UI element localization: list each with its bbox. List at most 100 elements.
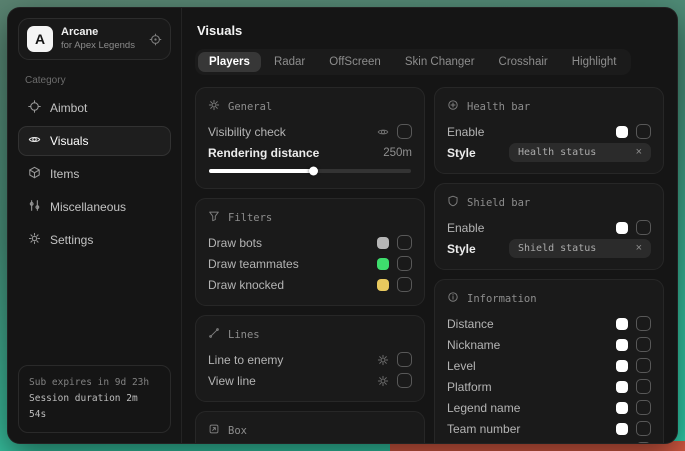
info-nickname-checkbox[interactable] xyxy=(636,337,651,352)
line-to-enemy-checkbox[interactable] xyxy=(397,352,412,367)
color-swatch[interactable] xyxy=(616,126,628,138)
sidebar: A Arcane for Apex Legends Category Aimbo… xyxy=(8,8,182,443)
card-information: Information Distance Nickname xyxy=(434,279,664,444)
draw-bots-checkbox[interactable] xyxy=(397,235,412,250)
gear-icon[interactable] xyxy=(377,354,389,366)
line-to-enemy-row: Line to enemy xyxy=(208,349,412,370)
color-swatch[interactable] xyxy=(616,402,628,414)
shield-icon xyxy=(447,195,459,210)
visibility-check-checkbox[interactable] xyxy=(397,124,412,139)
draw-knocked-row: Draw knocked xyxy=(208,274,412,295)
rendering-distance-slider[interactable] xyxy=(209,169,411,173)
color-swatch[interactable] xyxy=(616,339,628,351)
sidebar-item-label: Miscellaneous xyxy=(50,200,126,214)
sliders-icon xyxy=(28,199,41,215)
health-style-select[interactable]: Health status × xyxy=(509,143,651,162)
shield-enable-row: Enable xyxy=(447,217,651,238)
color-swatch[interactable] xyxy=(616,381,628,393)
view-line-row: View line xyxy=(208,370,412,391)
sidebar-item-settings[interactable]: Settings xyxy=(18,225,171,255)
sidebar-item-items[interactable]: Items xyxy=(18,159,171,189)
left-column: General Visibility check Rendering dista… xyxy=(195,87,425,431)
target-icon[interactable] xyxy=(149,33,162,46)
shield-style-row: Style Shield status × xyxy=(447,238,651,259)
color-swatch[interactable] xyxy=(377,279,389,291)
rendering-distance-value: 250m xyxy=(383,147,412,159)
tab-highlight[interactable]: Highlight xyxy=(561,52,628,72)
page-title: Visuals xyxy=(197,23,662,38)
health-enable-checkbox[interactable] xyxy=(636,124,651,139)
card-box: Box Enable Enable background xyxy=(195,411,425,444)
info-level-row: Level xyxy=(447,355,651,376)
draw-teammates-checkbox[interactable] xyxy=(397,256,412,271)
info-distance-row: Distance xyxy=(447,313,651,334)
gear-icon[interactable] xyxy=(377,375,389,387)
card-health-bar: Health bar Enable Style Health status xyxy=(434,87,664,174)
sidebar-item-aimbot[interactable]: Aimbot xyxy=(18,93,171,123)
style-tag: Shield status xyxy=(518,243,596,254)
card-title: Filters xyxy=(228,212,272,224)
gear-icon xyxy=(208,99,220,114)
eye-icon[interactable] xyxy=(377,126,389,138)
sidebar-item-miscellaneous[interactable]: Miscellaneous xyxy=(18,192,171,222)
info-weapon-checkbox[interactable] xyxy=(636,442,651,444)
info-weapon-row: Weapon in hands xyxy=(447,439,651,444)
main-panel: Visuals Players Radar OffScreen Skin Cha… xyxy=(182,8,677,443)
slider-thumb[interactable] xyxy=(309,167,318,176)
tab-offscreen[interactable]: OffScreen xyxy=(318,52,392,72)
subscription-info: Sub expires in 9d 23h Session duration 2… xyxy=(18,365,171,433)
info-distance-checkbox[interactable] xyxy=(636,316,651,331)
gear-icon xyxy=(28,232,41,248)
tab-radar[interactable]: Radar xyxy=(263,52,316,72)
card-filters: Filters Draw bots Draw teammates xyxy=(195,198,425,306)
rendering-distance-row: Rendering distance 250m xyxy=(208,142,412,163)
plus-circle-icon xyxy=(447,99,459,114)
card-lines: Lines Line to enemy View line xyxy=(195,315,425,402)
card-shield-bar: Shield bar Enable Style Shield status xyxy=(434,183,664,270)
color-swatch[interactable] xyxy=(616,222,628,234)
info-platform-row: Platform xyxy=(447,376,651,397)
close-icon[interactable]: × xyxy=(636,147,642,158)
rendering-distance-label: Rendering distance xyxy=(208,146,319,160)
view-line-checkbox[interactable] xyxy=(397,373,412,388)
shield-enable-checkbox[interactable] xyxy=(636,220,651,235)
info-team-number-checkbox[interactable] xyxy=(636,421,651,436)
card-title: Information xyxy=(467,293,537,305)
box-icon xyxy=(208,423,220,438)
draw-knocked-checkbox[interactable] xyxy=(397,277,412,292)
card-general: General Visibility check Rendering dista… xyxy=(195,87,425,189)
color-swatch[interactable] xyxy=(377,258,389,270)
tab-players[interactable]: Players xyxy=(198,52,261,72)
color-swatch[interactable] xyxy=(616,360,628,372)
app-logo: A xyxy=(27,26,53,52)
funnel-icon xyxy=(208,210,220,225)
cube-icon xyxy=(28,166,41,182)
card-title: Box xyxy=(228,425,247,437)
visuals-tabbar: Players Radar OffScreen Skin Changer Cro… xyxy=(195,49,631,75)
app-logo-card: A Arcane for Apex Legends xyxy=(18,18,171,60)
close-icon[interactable]: × xyxy=(636,243,642,254)
card-title: Health bar xyxy=(467,101,530,113)
app-name: Arcane xyxy=(61,26,135,40)
tab-skin-changer[interactable]: Skin Changer xyxy=(394,52,486,72)
card-title: Lines xyxy=(228,329,260,341)
info-legend-name-row: Legend name xyxy=(447,397,651,418)
style-tag: Health status xyxy=(518,147,596,158)
info-level-checkbox[interactable] xyxy=(636,358,651,373)
card-title: Shield bar xyxy=(467,197,530,209)
shield-style-select[interactable]: Shield status × xyxy=(509,239,651,258)
eye-icon xyxy=(28,133,41,149)
tab-crosshair[interactable]: Crosshair xyxy=(488,52,559,72)
sidebar-item-visuals[interactable]: Visuals xyxy=(18,126,171,156)
sidebar-item-label: Aimbot xyxy=(50,101,87,115)
info-platform-checkbox[interactable] xyxy=(636,379,651,394)
color-swatch[interactable] xyxy=(616,318,628,330)
color-swatch[interactable] xyxy=(616,444,628,445)
info-team-number-row: Team number xyxy=(447,418,651,439)
color-swatch[interactable] xyxy=(377,237,389,249)
draw-teammates-row: Draw teammates xyxy=(208,253,412,274)
sidebar-item-label: Items xyxy=(50,167,79,181)
info-legend-name-checkbox[interactable] xyxy=(636,400,651,415)
color-swatch[interactable] xyxy=(616,423,628,435)
health-style-row: Style Health status × xyxy=(447,142,651,163)
